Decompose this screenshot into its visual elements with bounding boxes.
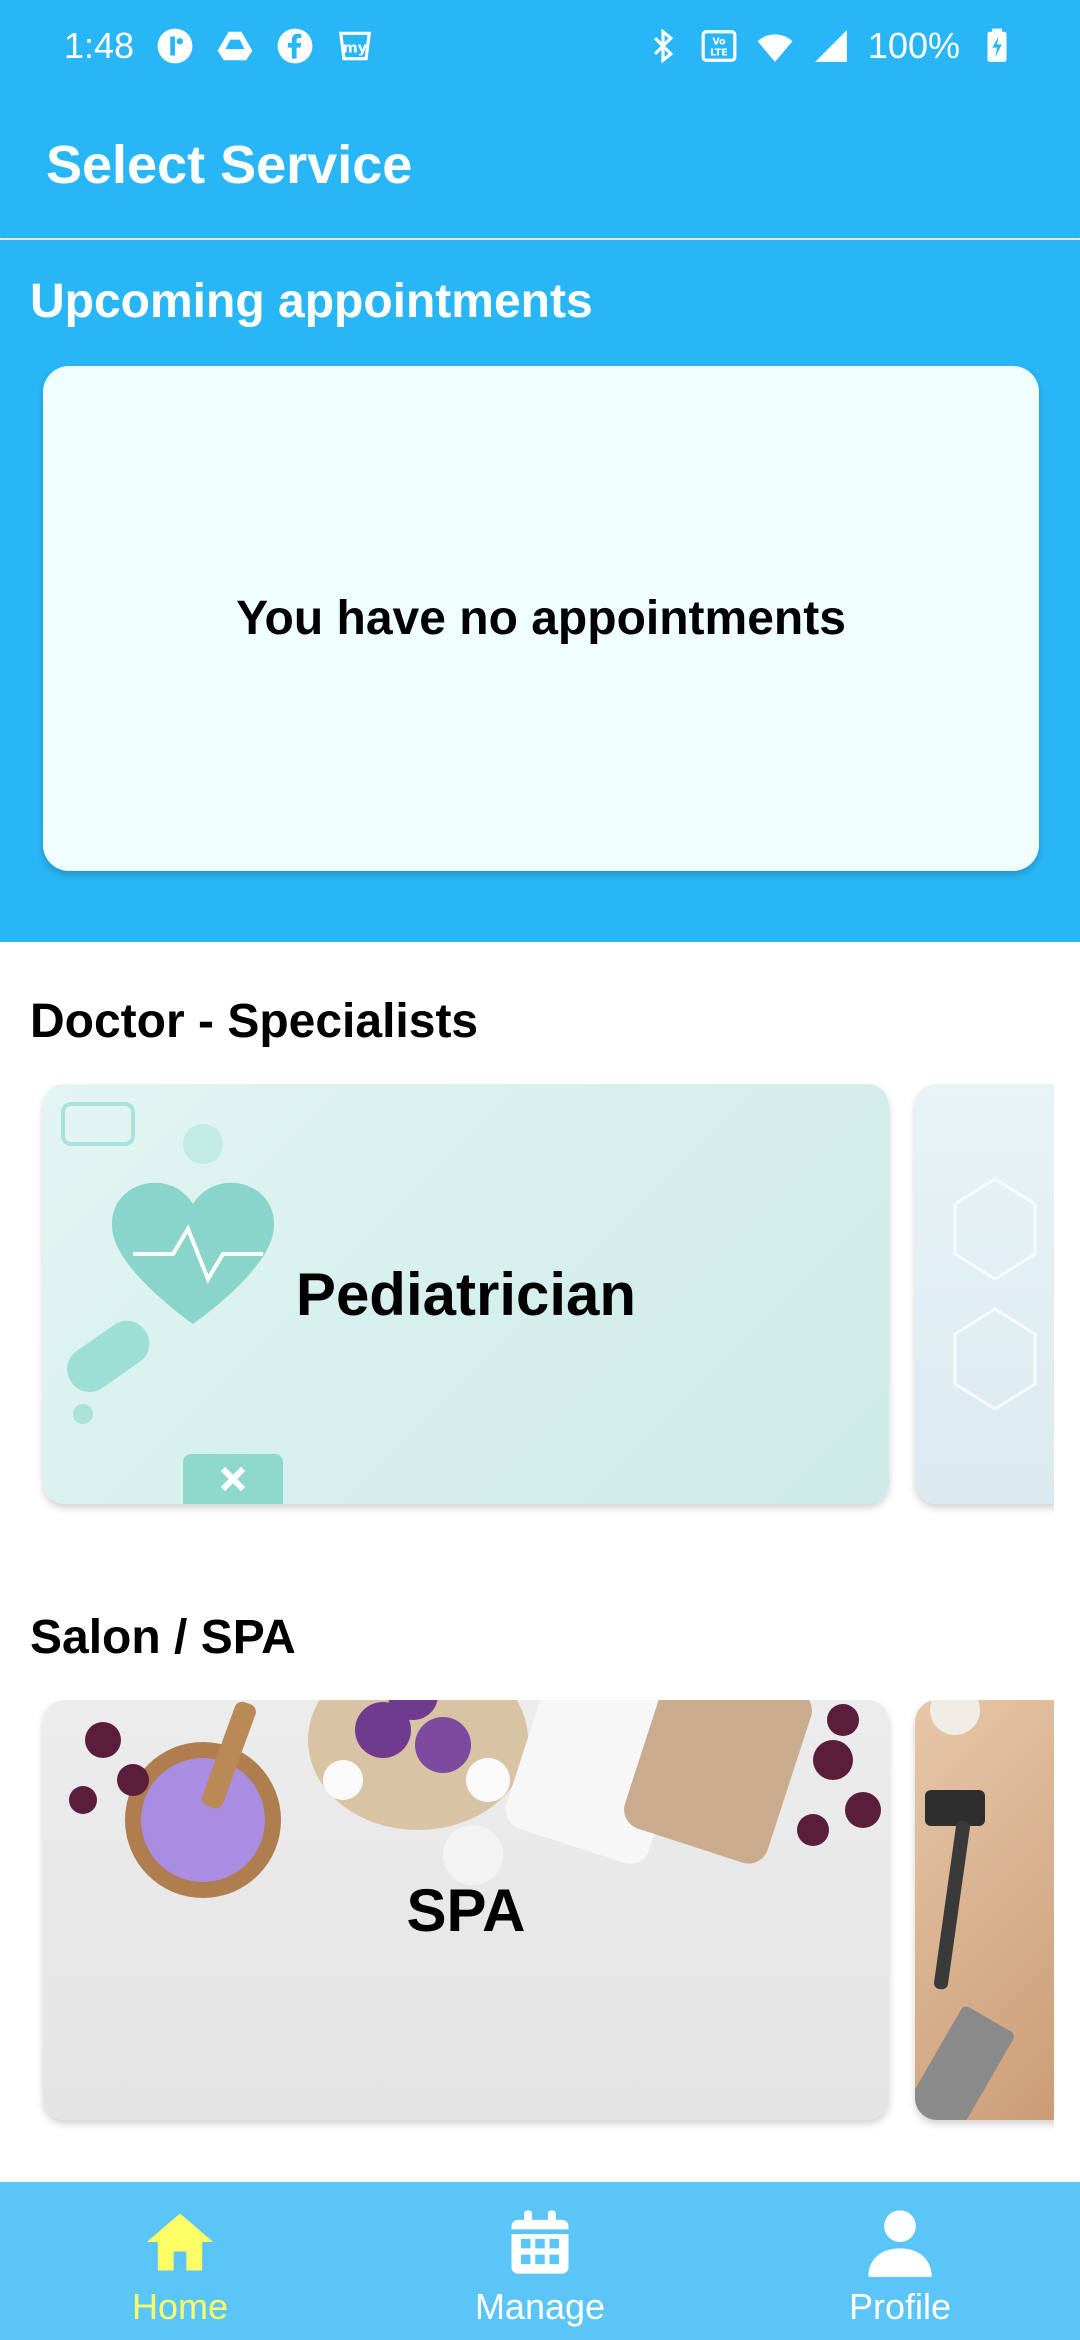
status-bar: 1:48 my Vo LTE 100% bbox=[0, 0, 1080, 92]
home-icon bbox=[140, 2204, 220, 2280]
salon-cards-carousel[interactable]: SPA bbox=[0, 1700, 1054, 2140]
upcoming-appointments-section: Upcoming appointments You have no appoin… bbox=[0, 240, 1080, 942]
service-card-pediatrician[interactable]: Pediatrician bbox=[43, 1084, 889, 1504]
section-title-doctor: Doctor - Specialists bbox=[30, 995, 479, 1048]
nav-item-profile[interactable]: Profile bbox=[720, 2182, 1080, 2340]
svg-text:my: my bbox=[343, 40, 368, 56]
service-card-label: Pediatrician bbox=[295, 1260, 637, 1328]
drive-icon bbox=[216, 27, 254, 65]
battery-charging-icon bbox=[978, 27, 1016, 65]
svg-text:LTE: LTE bbox=[710, 48, 727, 59]
bluetooth-icon bbox=[644, 27, 682, 65]
nav-item-manage[interactable]: Manage bbox=[360, 2182, 720, 2340]
nav-label-home: Home bbox=[131, 2286, 229, 2327]
facebook-icon bbox=[276, 27, 314, 65]
no-appointments-message: You have no appointments bbox=[236, 592, 846, 645]
appointments-card[interactable]: You have no appointments bbox=[43, 366, 1039, 871]
app-bar: Select Service bbox=[0, 92, 1080, 238]
notification-app-icon bbox=[156, 27, 194, 65]
wifi-icon bbox=[756, 27, 794, 65]
doctor-cards-carousel[interactable]: Pediatrician bbox=[0, 1084, 1054, 1524]
section-title-salon: Salon / SPA bbox=[30, 1611, 296, 1664]
signal-icon bbox=[812, 27, 850, 65]
razor-image bbox=[915, 1700, 1014, 2120]
status-time: 1:48 bbox=[64, 25, 135, 66]
service-card-next[interactable] bbox=[915, 1084, 1054, 1504]
volte-icon: Vo LTE bbox=[700, 27, 738, 65]
page-title: Select Service bbox=[46, 135, 413, 195]
nav-label-profile: Profile bbox=[848, 2286, 952, 2327]
status-left: 1:48 my bbox=[64, 25, 374, 67]
service-card-next[interactable] bbox=[915, 1700, 1054, 2120]
service-card-spa[interactable]: SPA bbox=[43, 1700, 889, 2120]
person-icon bbox=[860, 2204, 940, 2280]
nav-label-manage: Manage bbox=[474, 2286, 606, 2327]
hexagon-pattern-image bbox=[953, 1177, 1037, 1411]
service-card-label: SPA bbox=[406, 1876, 526, 1944]
myntra-icon: my bbox=[336, 27, 374, 65]
calendar-icon bbox=[500, 2204, 580, 2280]
svg-text:Vo: Vo bbox=[712, 36, 726, 47]
upcoming-title: Upcoming appointments bbox=[30, 275, 593, 328]
nav-item-home[interactable]: Home bbox=[0, 2182, 360, 2340]
status-right: Vo LTE 100% bbox=[644, 25, 1016, 67]
bottom-navigation: Home Manage Profile bbox=[0, 2182, 1080, 2340]
battery-percent: 100% bbox=[867, 25, 960, 66]
